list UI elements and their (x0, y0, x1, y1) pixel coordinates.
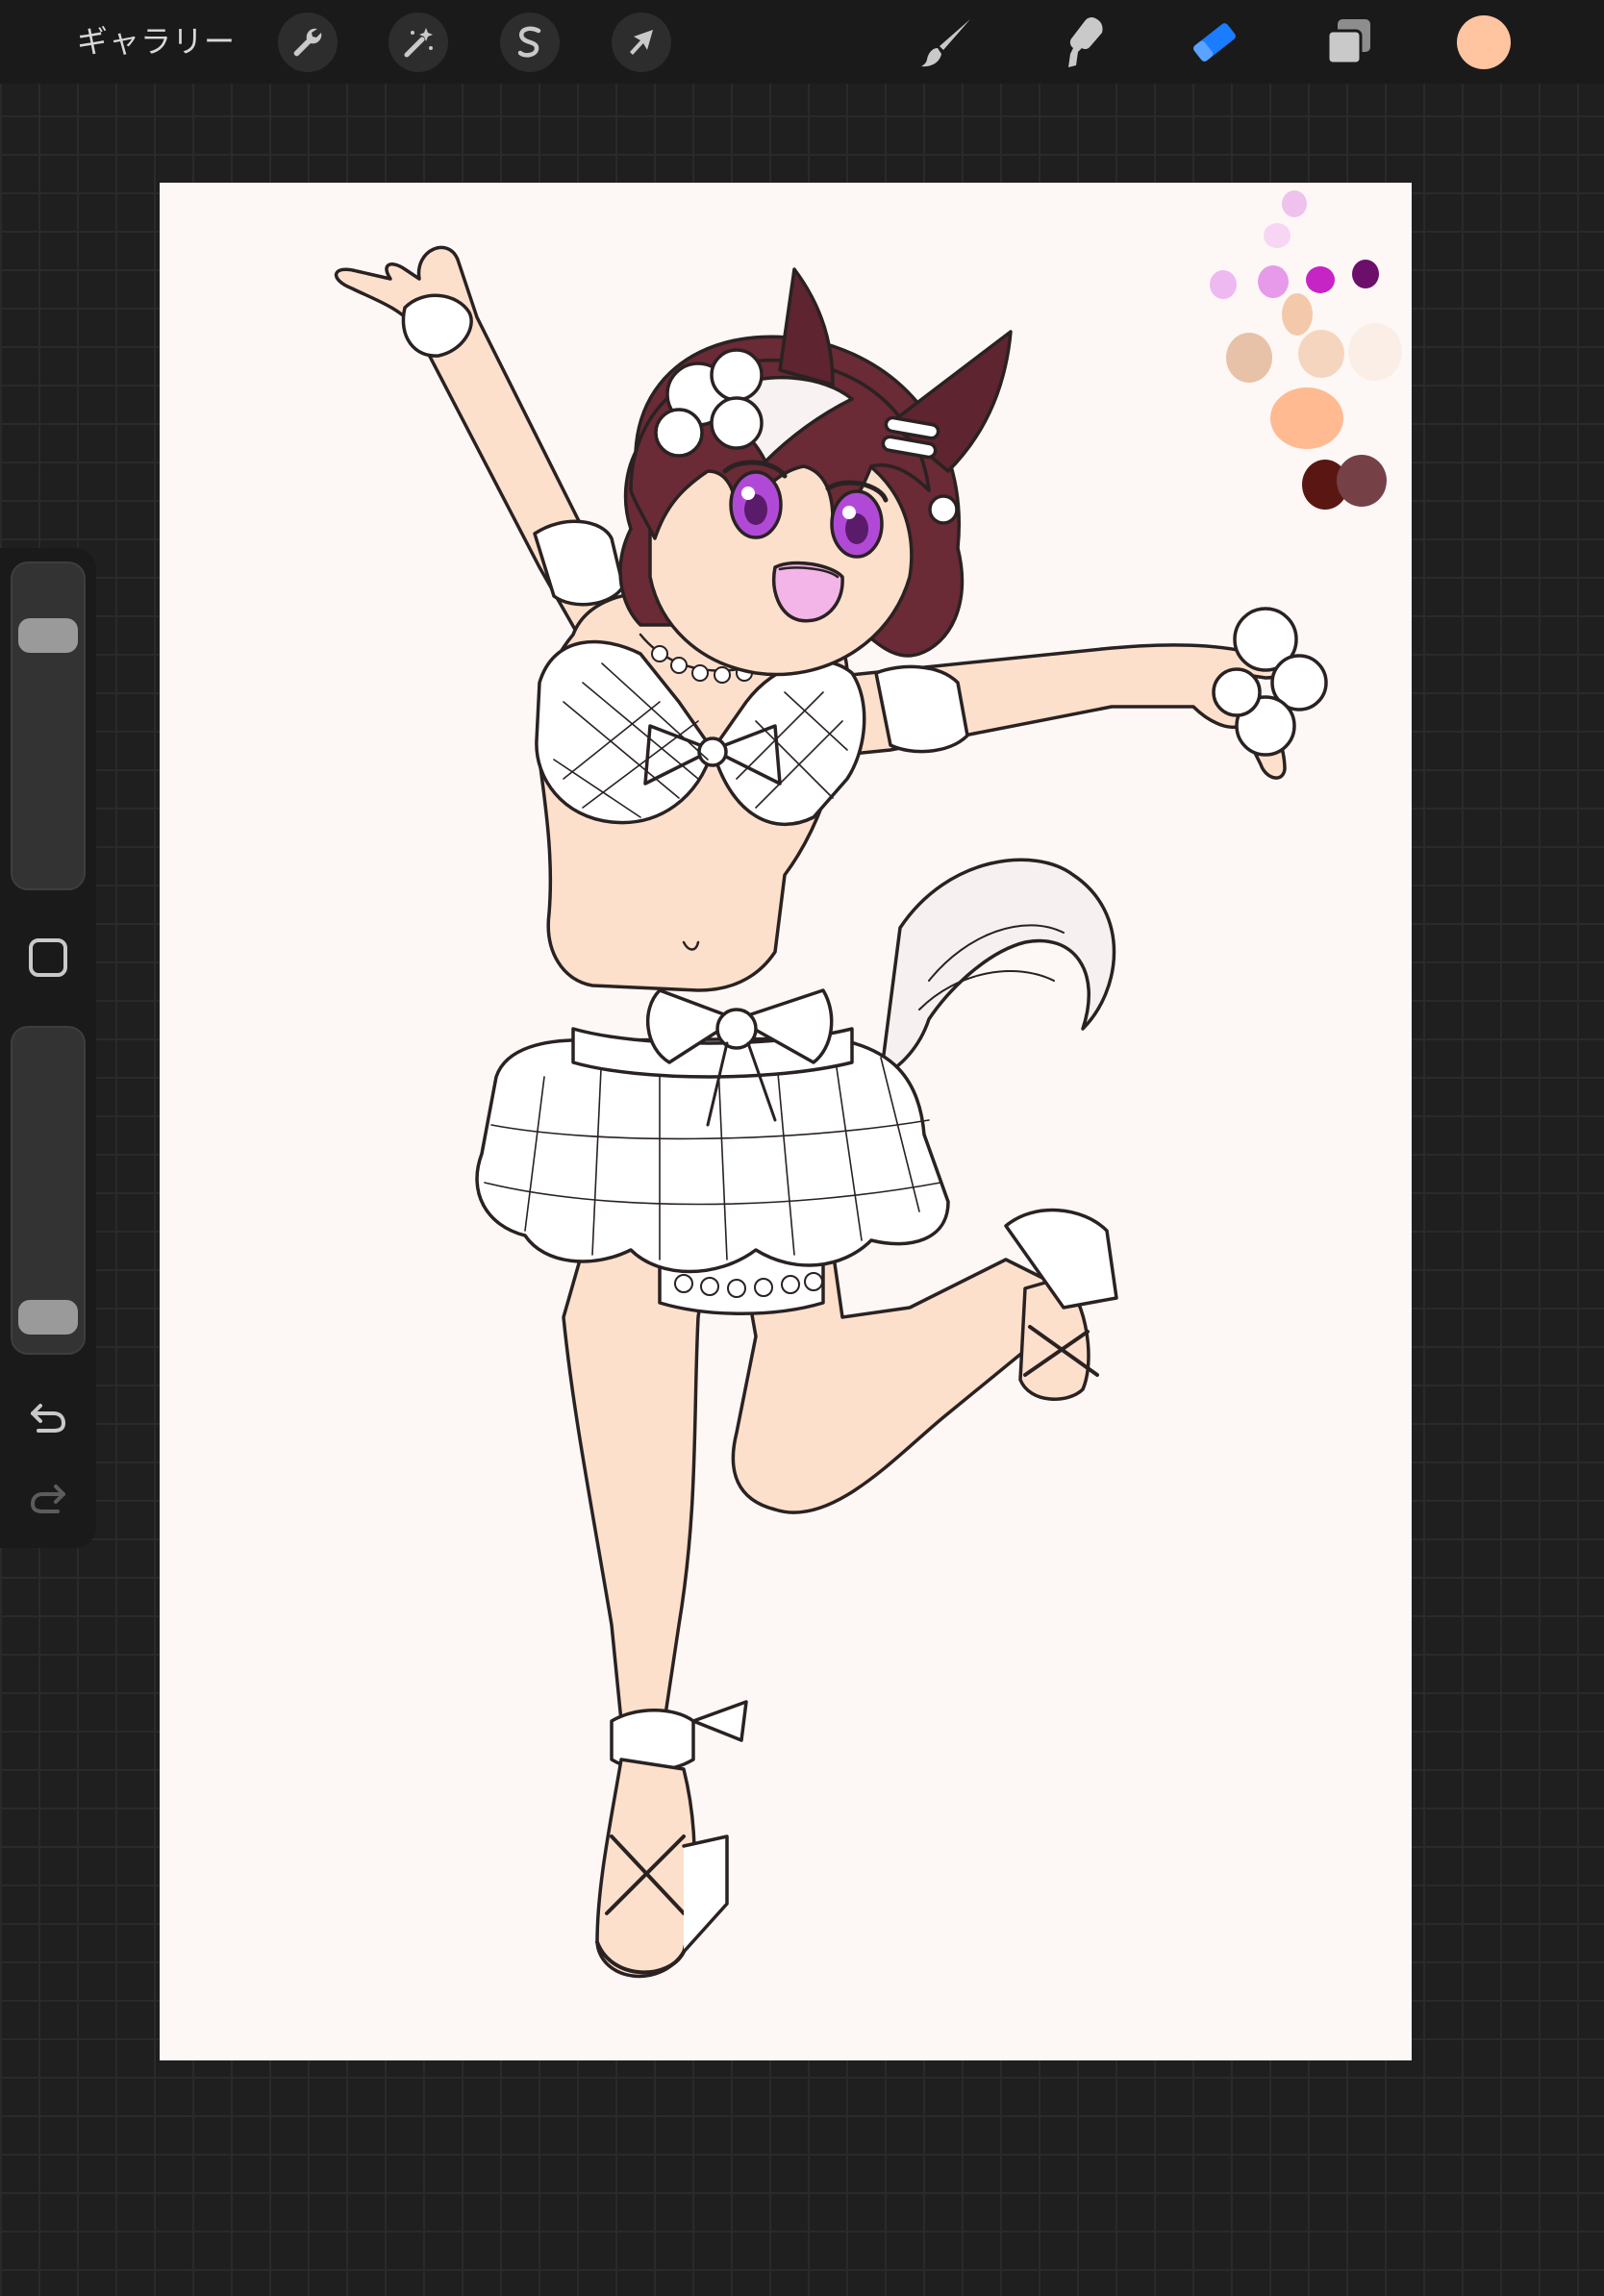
palette-swatch (1337, 455, 1387, 507)
modify-square-icon[interactable] (27, 936, 69, 979)
drawing-canvas[interactable] (160, 183, 1412, 2060)
redo-icon[interactable] (25, 1475, 71, 1521)
palette-swatch (1348, 323, 1402, 381)
eraser-icon[interactable] (1184, 12, 1245, 73)
palette-swatch (1306, 266, 1335, 293)
opacity-slider[interactable] (11, 1026, 86, 1355)
brush-size-thumb[interactable] (18, 617, 78, 653)
brush-size-slider[interactable] (11, 562, 86, 890)
transform-arrow-icon[interactable] (612, 12, 671, 72)
opacity-thumb[interactable] (18, 1299, 78, 1335)
layers-icon[interactable] (1318, 12, 1380, 73)
current-color-swatch[interactable] (1457, 15, 1511, 69)
color-palette-dabs (1210, 190, 1402, 510)
undo-icon[interactable] (25, 1394, 71, 1440)
palette-swatch (1226, 333, 1272, 383)
top-toolbar: ギャラリー (0, 0, 1604, 84)
selection-s-icon[interactable] (500, 12, 560, 72)
actions-wrench-icon[interactable] (278, 12, 338, 72)
smudge-icon[interactable] (1050, 12, 1112, 73)
adjustments-magic-wand-icon[interactable] (388, 12, 448, 72)
palette-swatch (1282, 190, 1307, 217)
brush-icon[interactable] (916, 12, 978, 73)
gallery-button[interactable]: ギャラリー (77, 21, 236, 62)
palette-swatch (1298, 330, 1344, 378)
palette-swatch (1282, 293, 1313, 336)
palette-swatch (1210, 270, 1237, 299)
left-sidebar (0, 548, 96, 1548)
palette-swatch (1352, 260, 1379, 288)
palette-swatch (1270, 387, 1343, 449)
palette-swatch (1264, 223, 1291, 248)
character-illustration (334, 245, 1328, 1979)
palette-swatch (1258, 265, 1289, 298)
